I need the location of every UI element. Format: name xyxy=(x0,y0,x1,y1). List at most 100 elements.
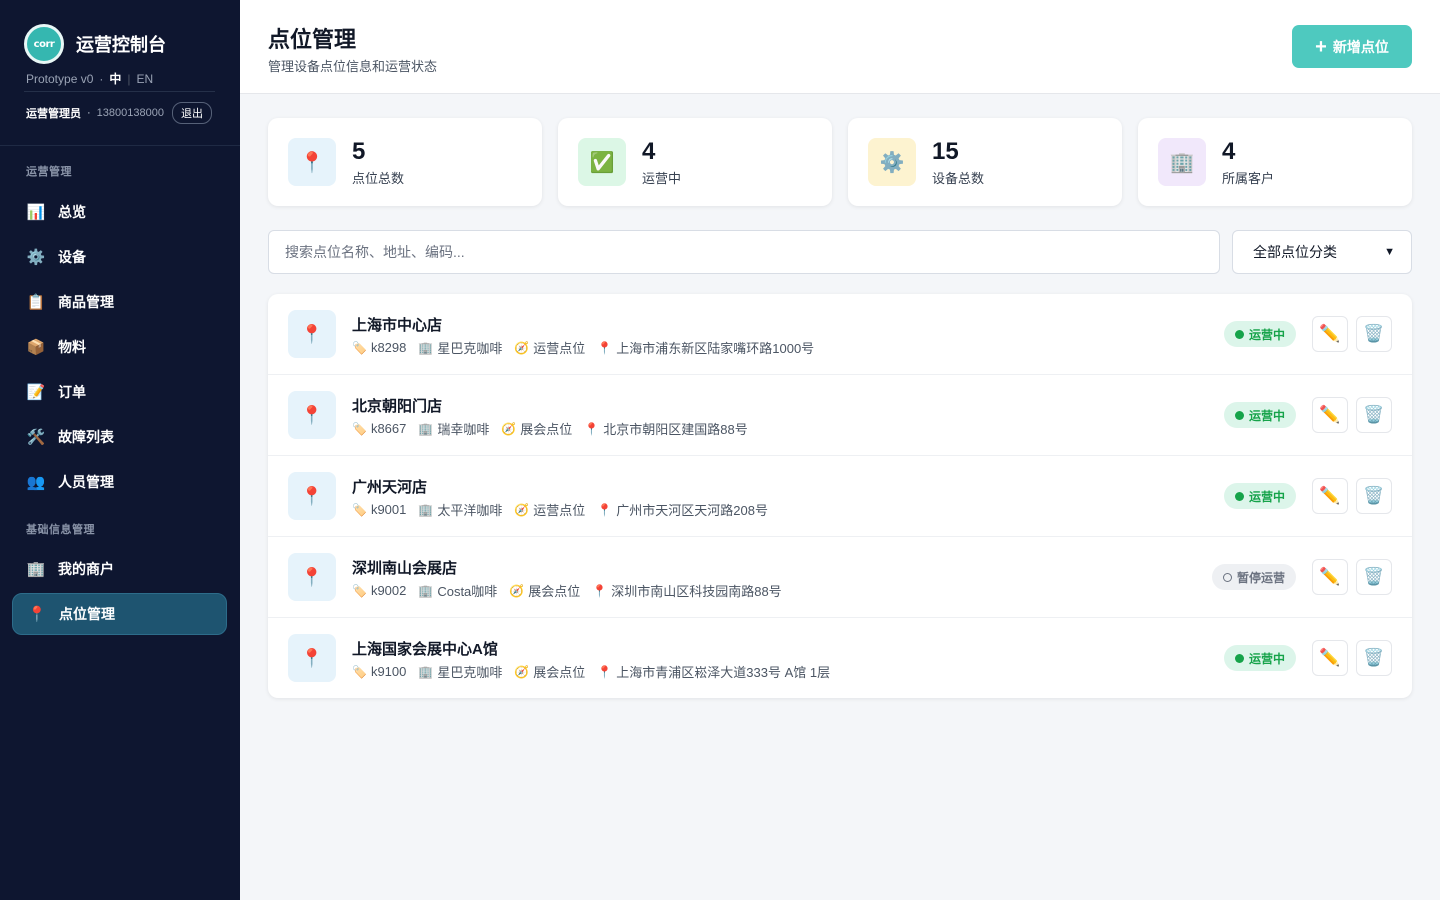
edit-button[interactable]: ✏️ xyxy=(1312,640,1348,676)
pin-icon: 📍 xyxy=(592,583,608,598)
location-name: 上海国家会展中心A馆 xyxy=(352,641,498,658)
list-item[interactable]: 📍 北京朝阳门店 🏷️ k8667 🏢 瑞幸咖啡 🧭 展会点位 📍 北京市朝阳区建国路8… xyxy=(268,375,1412,456)
lang-zh-toggle[interactable]: 中 xyxy=(109,70,121,87)
location-customer: 星巴克咖啡 xyxy=(437,341,503,356)
building-icon: 🏢 xyxy=(418,583,434,598)
search-input[interactable] xyxy=(268,230,1220,274)
pin-icon: 📍 xyxy=(584,421,600,436)
stat-value: 4 xyxy=(642,138,656,165)
version-row: Prototype v0 · 中 | EN xyxy=(26,70,153,87)
stat-label: 设备总数 xyxy=(932,171,985,186)
sidebar-item-label: 我的商户 xyxy=(58,561,114,577)
delete-button[interactable]: 🗑️ xyxy=(1356,397,1392,433)
status-label: 暂停运营 xyxy=(1236,570,1285,585)
check-icon: ✅ xyxy=(578,138,626,186)
people-icon: 👥 xyxy=(26,474,46,491)
stat-label: 点位总数 xyxy=(352,171,405,186)
page-subtitle: 管理设备点位信息和运营状态 xyxy=(268,59,438,74)
sidebar-item-label: 设备 xyxy=(58,249,86,265)
stat-card-total-locations: 📍 5 点位总数 xyxy=(268,118,542,206)
location-type: 运营点位 xyxy=(533,503,586,518)
sidebar-item-label: 订单 xyxy=(58,384,86,400)
sidebar-item-materials[interactable]: 📦 物料 xyxy=(12,326,227,368)
edit-button[interactable]: ✏️ xyxy=(1312,478,1348,514)
list-item[interactable]: 📍 深圳南山会展店 🏷️ k9002 🏢 Costa咖啡 🧭 展会点位 📍 深圳市南山区… xyxy=(268,537,1412,618)
sidebar-item-faults[interactable]: 🛠️ 故障列表 xyxy=(12,416,227,458)
tag-icon: 🏷️ xyxy=(352,340,367,355)
category-filter-value: 全部点位分类 xyxy=(1253,244,1337,260)
sidebar-item-label: 人员管理 xyxy=(58,474,114,490)
list-item[interactable]: 📍 上海市中心店 🏷️ k8298 🏢 星巴克咖啡 🧭 运营点位 📍 上海市浦东新区陆家… xyxy=(268,294,1412,375)
location-address: 北京市朝阳区建国路88号 xyxy=(603,422,748,437)
location-type: 展会点位 xyxy=(533,665,586,680)
status-dot-icon xyxy=(1234,653,1244,663)
status-badge: 运营中 xyxy=(1223,402,1296,428)
tag-icon: 🏷️ xyxy=(352,502,367,517)
pin-icon: 📍 xyxy=(288,553,336,601)
lang-en-toggle[interactable]: EN xyxy=(137,72,154,86)
tag-icon: 🏷️ xyxy=(352,583,367,598)
sidebar-item-devices[interactable]: ⚙️ 设备 xyxy=(12,236,227,278)
stat-value: 15 xyxy=(932,138,959,165)
edit-button[interactable]: ✏️ xyxy=(1312,316,1348,352)
pencil-icon: ✏️ xyxy=(1319,405,1341,424)
pin-icon: 📍 xyxy=(288,391,336,439)
pin-icon: 📍 xyxy=(288,310,336,358)
stat-card-customers: 🏢 4 所属客户 xyxy=(1138,118,1412,206)
version-label: Prototype v0 xyxy=(26,71,94,86)
compass-icon: 🧭 xyxy=(514,664,530,679)
chevron-down-icon: ▼ xyxy=(1384,246,1395,258)
location-code: k8298 xyxy=(370,340,407,355)
compass-icon: 🧭 xyxy=(509,583,525,598)
memo-icon: 📝 xyxy=(26,384,46,401)
delete-button[interactable]: 🗑️ xyxy=(1356,316,1392,352)
sidebar-item-orders[interactable]: 📝 订单 xyxy=(12,371,227,413)
sidebar-item-merchants[interactable]: 🏢 我的商户 xyxy=(12,548,227,590)
stat-value: 5 xyxy=(352,138,366,165)
location-name: 广州天河店 xyxy=(352,479,428,496)
delete-button[interactable]: 🗑️ xyxy=(1356,640,1392,676)
pencil-icon: ✏️ xyxy=(1319,324,1341,343)
pin-icon: 📍 xyxy=(288,138,336,186)
sidebar-item-locations[interactable]: 📍 点位管理 xyxy=(12,593,227,635)
office-icon: 🏢 xyxy=(1158,138,1206,186)
logo-icon: corr xyxy=(24,24,64,64)
user-row: 运营管理员 · 13800138000 退出 xyxy=(26,102,212,124)
sidebar-item-overview[interactable]: 📊 总览 xyxy=(12,191,227,233)
bar-chart-icon: 📊 xyxy=(26,204,46,221)
location-type: 运营点位 xyxy=(533,341,586,356)
status-dot-icon xyxy=(1222,572,1232,582)
delete-button[interactable]: 🗑️ xyxy=(1356,559,1392,595)
location-code: k9001 xyxy=(370,502,407,517)
add-location-button[interactable]: + 新增点位 xyxy=(1292,25,1412,68)
compass-icon: 🧭 xyxy=(514,340,530,355)
location-meta: 🏷️ k9100 🏢 星巴克咖啡 🧭 展会点位 📍 上海市青浦区崧泽大道333号 A馆 … xyxy=(352,662,830,681)
user-phone: 13800138000 xyxy=(96,107,164,119)
sidebar-item-staff[interactable]: 👥 人员管理 xyxy=(12,461,227,503)
page-header: 点位管理 管理设备点位信息和运营状态 + 新增点位 xyxy=(240,0,1440,94)
pin-icon: 📍 xyxy=(288,472,336,520)
app-title: 运营控制台 xyxy=(76,35,166,55)
gear-icon: ⚙️ xyxy=(26,249,46,266)
delete-button[interactable]: 🗑️ xyxy=(1356,478,1392,514)
edit-button[interactable]: ✏️ xyxy=(1312,397,1348,433)
stat-label: 所属客户 xyxy=(1222,171,1275,186)
stat-card-running: ✅ 4 运营中 xyxy=(558,118,832,206)
list-item[interactable]: 📍 上海国家会展中心A馆 🏷️ k9100 🏢 星巴克咖啡 🧭 展会点位 📍 上海市青浦… xyxy=(268,618,1412,698)
location-meta: 🏷️ k8298 🏢 星巴克咖啡 🧭 运营点位 📍 上海市浦东新区陆家嘴环路1000号 xyxy=(352,338,814,357)
category-filter-select[interactable]: 全部点位分类 ▼ xyxy=(1232,230,1412,274)
tools-icon: 🛠️ xyxy=(26,429,46,446)
stat-card-total-devices: ⚙️ 15 设备总数 xyxy=(848,118,1122,206)
pencil-icon: ✏️ xyxy=(1319,486,1341,505)
status-dot-icon xyxy=(1234,410,1244,420)
sidebar-item-products[interactable]: 📋 商品管理 xyxy=(12,281,227,323)
edit-button[interactable]: ✏️ xyxy=(1312,559,1348,595)
sidebar-item-label: 故障列表 xyxy=(58,429,114,445)
list-item[interactable]: 📍 广州天河店 🏷️ k9001 🏢 太平洋咖啡 🧭 运营点位 📍 广州市天河区天河路2… xyxy=(268,456,1412,537)
sidebar-item-label: 商品管理 xyxy=(58,294,114,310)
office-icon: 🏢 xyxy=(26,561,46,578)
status-badge: 运营中 xyxy=(1223,483,1296,509)
logout-button[interactable]: 退出 xyxy=(171,102,212,124)
pencil-icon: ✏️ xyxy=(1319,648,1341,667)
status-badge: 运营中 xyxy=(1223,645,1296,671)
